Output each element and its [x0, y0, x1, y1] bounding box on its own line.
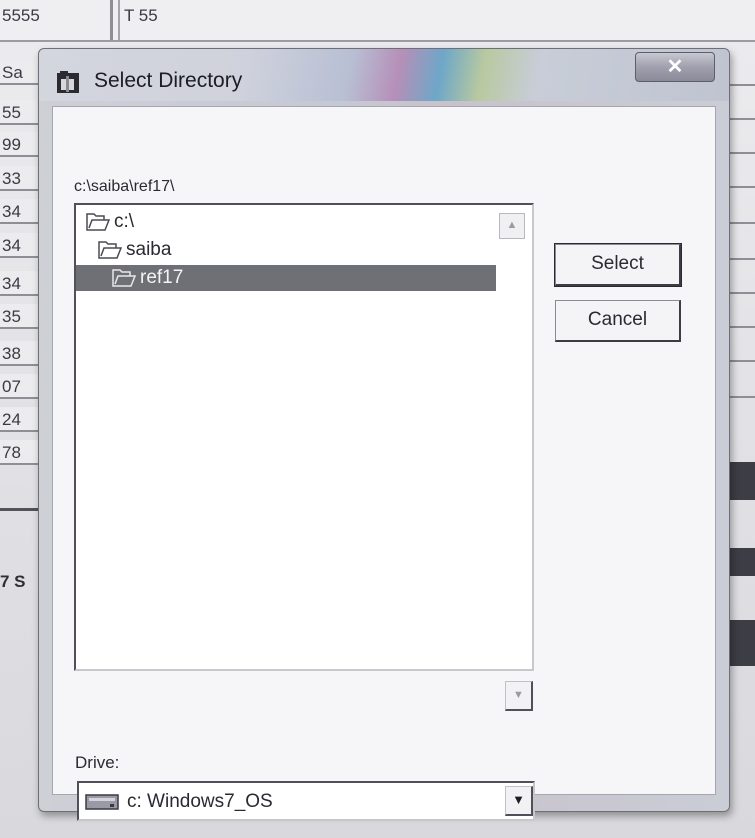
background-grid-line [726, 84, 755, 86]
open-folder-icon [112, 269, 136, 287]
background-grid-line [726, 152, 755, 154]
background-cell: 55 [0, 100, 42, 125]
scroll-up-button[interactable]: ▲ [499, 213, 525, 239]
background-cell: 34 [0, 233, 42, 258]
column-divider [118, 0, 120, 40]
directory-label: saiba [126, 239, 172, 260]
column-divider [110, 0, 113, 40]
background-grid-line [726, 360, 755, 362]
background-side-text: 7 S [0, 572, 26, 591]
background-cell: 38 [0, 341, 42, 366]
dropdown-arrow-button[interactable]: ▼ [505, 786, 533, 816]
hard-drive-icon [85, 793, 119, 816]
drive-label: Drive: [75, 753, 120, 772]
background-dark-bar [730, 462, 755, 500]
background-cell: 33 [0, 166, 42, 191]
background-grid-line [726, 292, 755, 294]
open-folder-icon [86, 213, 110, 231]
background-cell: 34 [0, 199, 42, 224]
background-header-cell: T 55 [124, 6, 158, 25]
directory-item-ref17[interactable]: ref17 [76, 265, 496, 291]
background-grid-line [726, 222, 755, 224]
folder-app-icon [55, 69, 81, 95]
background-dark-bar [730, 620, 755, 666]
scroll-down-button[interactable]: ▼ [505, 681, 533, 711]
dialog-titlebar[interactable]: Select Directory ✕ [39, 49, 729, 101]
background-grid-line [726, 258, 755, 260]
background-grid-line [726, 118, 755, 120]
scroll-up-arrow-icon: ▲ [506, 219, 518, 231]
close-icon: ✕ [666, 56, 684, 78]
scroll-down-arrow-icon: ▼ [513, 689, 524, 701]
select-button[interactable]: Select [554, 243, 682, 287]
background-grid-line [726, 396, 755, 398]
background-dark-bar [730, 548, 755, 576]
drive-value: c: Windows7_OS [127, 791, 273, 812]
directory-item-saiba[interactable]: saiba [98, 237, 298, 263]
background-column-header: Sa [0, 60, 42, 85]
background-header-row: 5555 T 55 [0, 0, 755, 42]
background-cell: 24 [0, 407, 42, 432]
background-grid-line [726, 326, 755, 328]
directory-list[interactable]: c:\ saiba ref17 [74, 203, 534, 671]
background-cell: 99 [0, 132, 42, 157]
cancel-button[interactable]: Cancel [555, 300, 681, 342]
current-path-label: c:\saiba\ref17\ [74, 178, 175, 195]
open-folder-icon [98, 241, 122, 259]
directory-label: c:\ [114, 211, 135, 232]
background-grid-line [726, 186, 755, 188]
background-cell: 35 [0, 304, 42, 329]
background-cell: 34 [0, 271, 42, 296]
background-cell: 78 [0, 440, 42, 465]
background-header-cell: 5555 [2, 6, 40, 25]
dialog-title: Select Directory [94, 69, 243, 92]
close-button[interactable]: ✕ [635, 52, 715, 82]
background-cell: 07 [0, 374, 42, 399]
drive-dropdown[interactable]: c: Windows7_OS ▼ [77, 781, 535, 821]
dialog-client-area: c:\saiba\ref17\ c:\ saiba ref17 ▲ ▼ Sele… [52, 106, 716, 821]
directory-item-root[interactable]: c:\ [86, 209, 286, 235]
chevron-down-icon: ▼ [512, 792, 525, 807]
select-directory-dialog: Select Directory ✕ c:\saiba\ref17\ c:\ s… [38, 48, 730, 821]
directory-label: ref17 [140, 267, 184, 288]
